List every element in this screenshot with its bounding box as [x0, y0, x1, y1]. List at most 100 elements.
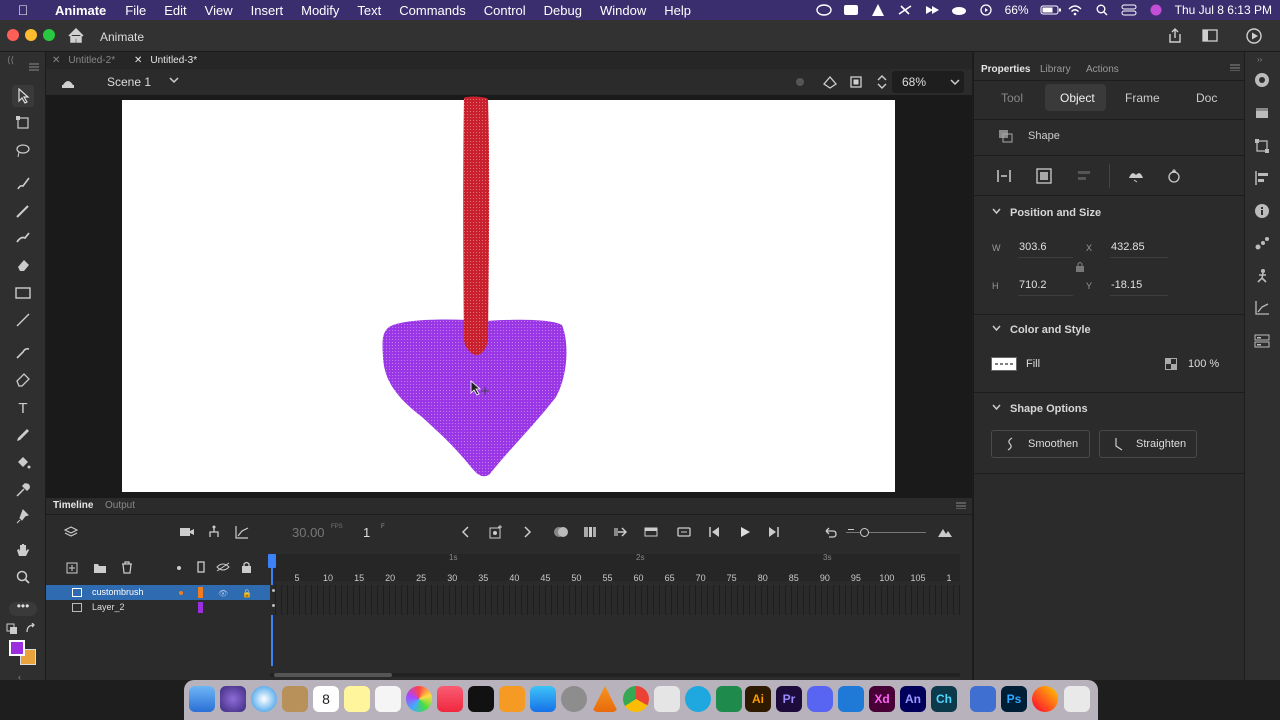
frames-row-layer-2[interactable] — [270, 600, 960, 615]
mirroring-icon[interactable] — [685, 686, 711, 712]
pin-tool[interactable] — [12, 506, 34, 528]
apple-menu-icon[interactable]:  — [0, 2, 46, 18]
wifi-icon[interactable] — [1067, 4, 1083, 16]
timeline-zoom-slider[interactable] — [846, 532, 926, 533]
insert-keyframe-icon[interactable] — [489, 525, 503, 539]
toolbar-collapse-icon[interactable]: ⟨⟨ — [7, 55, 14, 66]
menu-debug[interactable]: Debug — [535, 3, 591, 18]
motion-presets-icon[interactable] — [1254, 235, 1270, 251]
vlc-dock-icon[interactable] — [592, 686, 618, 712]
animate-icon[interactable]: An — [900, 686, 926, 712]
character-animator-icon[interactable]: Ch — [931, 686, 957, 712]
layer-outline-color[interactable] — [198, 602, 203, 613]
app-menu[interactable]: Animate — [46, 3, 116, 18]
menubar-clock[interactable]: Thu Jul 8 6:13 PM — [1175, 3, 1272, 17]
camera-icon[interactable] — [179, 526, 195, 538]
convert-symbol-icon[interactable] — [1036, 168, 1052, 184]
smoothen-button[interactable]: Smoothen — [991, 430, 1090, 458]
free-transform-tool[interactable] — [12, 112, 34, 134]
layer-visibility-icon[interactable]: 👁 — [218, 586, 228, 601]
step-back-icon[interactable] — [708, 526, 720, 538]
creative-cloud-icon[interactable] — [815, 4, 832, 16]
zoom-out-icon[interactable] — [848, 529, 854, 530]
next-keyframe-icon[interactable] — [524, 526, 532, 538]
vlc-icon[interactable] — [870, 4, 886, 16]
books-icon[interactable] — [499, 686, 525, 712]
photos-icon[interactable] — [843, 4, 859, 16]
menu-modify[interactable]: Modify — [292, 3, 348, 18]
fps-value[interactable]: 30.00 — [292, 525, 325, 540]
downloads-folder-icon[interactable] — [970, 686, 996, 712]
graph-icon[interactable] — [235, 525, 249, 539]
cloud-icon[interactable] — [951, 4, 967, 16]
new-layer-icon[interactable] — [66, 562, 78, 574]
siri-dock-icon[interactable] — [220, 686, 246, 712]
search-icon[interactable] — [1094, 4, 1110, 16]
chevron-down-icon[interactable] — [992, 404, 1001, 412]
tab-timeline[interactable]: Timeline — [53, 500, 93, 511]
apple-tv-icon[interactable] — [468, 686, 494, 712]
home-icon[interactable] — [68, 28, 84, 43]
photoshop-icon[interactable]: Ps — [1001, 686, 1027, 712]
transform-panel-icon[interactable] — [1254, 138, 1270, 154]
creative-cloud-dock-icon[interactable] — [1032, 686, 1058, 712]
illustrator-icon[interactable]: Ai — [745, 686, 771, 712]
selection-tool[interactable] — [12, 85, 34, 107]
camera-rotate-icon[interactable] — [822, 74, 838, 90]
close-tab-icon[interactable]: ✕ — [52, 55, 60, 66]
edit-scene-icon[interactable] — [60, 75, 76, 89]
clip-stage-icon[interactable] — [849, 75, 863, 89]
rectangle-tool[interactable] — [12, 282, 34, 304]
chrome-icon[interactable] — [623, 686, 649, 712]
menu-help[interactable]: Help — [655, 3, 700, 18]
black-white-icon[interactable] — [6, 623, 18, 635]
chevron-down-icon[interactable] — [992, 325, 1001, 333]
pen-tool[interactable] — [12, 369, 34, 391]
subtab-frame[interactable]: Frame — [1125, 91, 1160, 105]
onion-skin-icon[interactable] — [553, 526, 569, 538]
trash-icon[interactable] — [1064, 686, 1090, 712]
notes-icon[interactable] — [344, 686, 370, 712]
zoom-window-button[interactable] — [43, 29, 55, 41]
stage-pasteboard[interactable] — [46, 95, 972, 497]
photos-dock-icon[interactable] — [406, 686, 432, 712]
line-tool[interactable] — [12, 309, 34, 331]
undo-timeline-icon[interactable] — [823, 526, 837, 538]
music-icon[interactable] — [437, 686, 463, 712]
toolbar-menu-icon[interactable] — [29, 63, 39, 71]
contacts-icon[interactable] — [282, 686, 308, 712]
section-color-style[interactable]: Color and Style — [1010, 324, 1091, 336]
frames-row-custombrush[interactable] — [270, 585, 960, 600]
tab-output[interactable]: Output — [105, 500, 135, 511]
add-to-library-icon[interactable] — [1166, 168, 1182, 184]
lock-all-icon[interactable] — [241, 561, 252, 573]
playhead-handle[interactable] — [268, 554, 276, 568]
menu-insert[interactable]: Insert — [242, 3, 293, 18]
layers-icon[interactable] — [64, 525, 78, 539]
menu-view[interactable]: View — [196, 3, 242, 18]
lock-ratio-icon[interactable] — [1075, 261, 1085, 273]
alpha-value[interactable]: 100 % — [1188, 358, 1219, 370]
visibility-icon[interactable] — [216, 562, 230, 572]
eyedropper-tool[interactable] — [12, 479, 34, 501]
assets-panel-icon[interactable] — [1254, 268, 1270, 284]
control-center-icon[interactable] — [1121, 4, 1137, 16]
step-forward-icon[interactable] — [768, 526, 780, 538]
more-tools-icon[interactable]: ••• — [9, 600, 37, 616]
brush-tool[interactable] — [12, 200, 34, 222]
props-menu-icon[interactable] — [1230, 64, 1240, 71]
paint-bucket-tool[interactable] — [12, 452, 34, 474]
align-panel-icon[interactable] — [1254, 170, 1270, 186]
menu-file[interactable]: File — [116, 3, 155, 18]
reminders-icon[interactable] — [375, 686, 401, 712]
x-field[interactable]: 432.85 — [1110, 238, 1168, 258]
graph-panel-icon[interactable] — [1254, 300, 1270, 316]
width-field[interactable]: 303.6 — [1018, 238, 1073, 258]
layer-name[interactable]: custombrush — [92, 585, 144, 600]
zoom-in-icon[interactable] — [937, 526, 953, 538]
components-panel-icon[interactable] — [1254, 333, 1270, 349]
premiere-icon[interactable]: Pr — [776, 686, 802, 712]
y-field[interactable]: -18.15 — [1110, 276, 1168, 296]
scripts-icon[interactable] — [654, 686, 680, 712]
snap-icon[interactable] — [794, 76, 806, 88]
